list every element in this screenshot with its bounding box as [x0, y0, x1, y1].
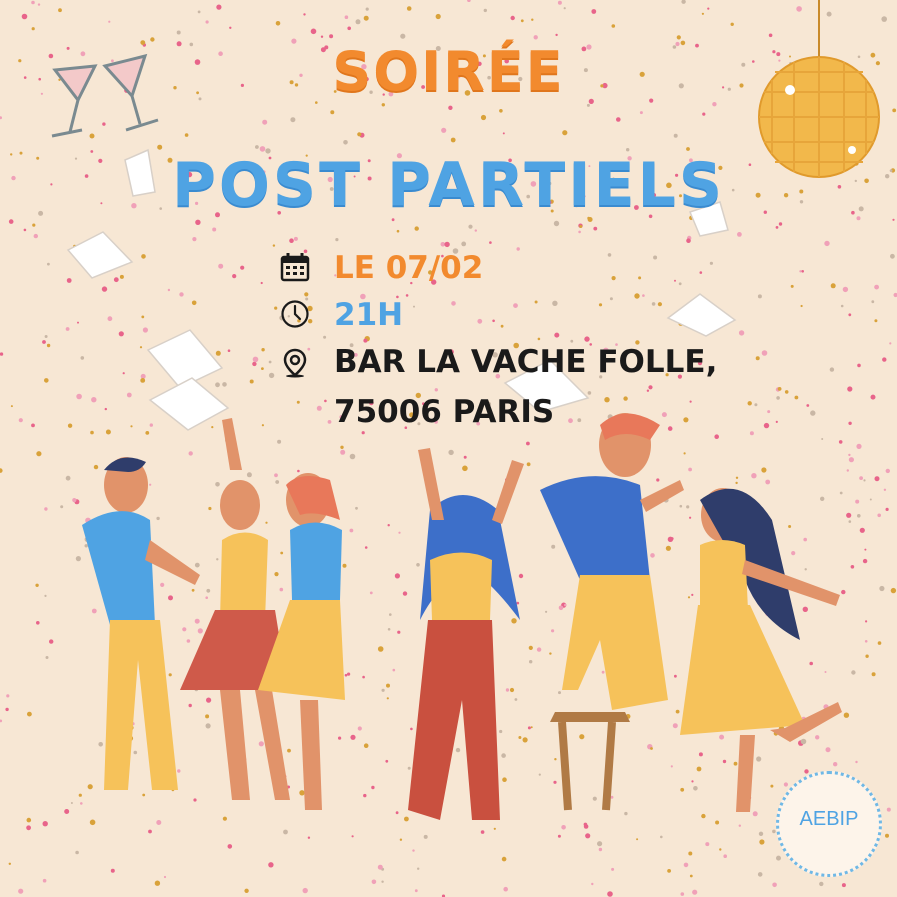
address-line-1: BAR LA VACHE FOLLE, — [334, 344, 718, 380]
clock-icon — [281, 300, 309, 328]
dancers-illustration — [82, 413, 842, 820]
date-text: LE 07/02 — [334, 250, 484, 286]
calendar-icon — [280, 253, 310, 282]
title-soiree: SOIRÉE — [332, 40, 565, 103]
aebip-logo: AEBIP — [776, 771, 882, 877]
logo-name: AEBIP — [799, 808, 859, 830]
address-line-2: 75006 PARIS — [334, 394, 555, 430]
map-pin-icon — [283, 348, 307, 378]
title-post-partiels: POST PARTIELS — [171, 150, 726, 220]
illustrations — [51, 0, 880, 820]
time-text: 21H — [334, 297, 404, 333]
